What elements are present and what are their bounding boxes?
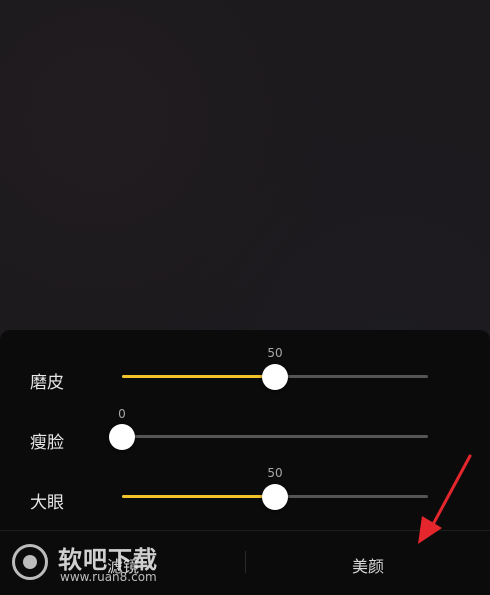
beauty-settings-panel: 磨皮 50 瘦脸 0 大眼 50 滤镜 美颜 xyxy=(0,330,490,595)
camera-preview[interactable] xyxy=(0,0,490,330)
slider-value: 50 xyxy=(267,466,283,480)
tab-beauty[interactable]: 美颜 xyxy=(352,553,384,577)
slider-knob[interactable] xyxy=(262,364,288,390)
slider-row-smooth-skin: 磨皮 50 xyxy=(0,346,490,406)
slider-fill xyxy=(122,495,275,498)
beauty-camera-screen: 磨皮 50 瘦脸 0 大眼 50 滤镜 美颜 软吧下载 www.ruan8.co… xyxy=(0,0,490,595)
slider-row-slim-face: 瘦脸 0 xyxy=(0,406,490,466)
slider-value: 50 xyxy=(267,346,283,360)
slider-track[interactable] xyxy=(122,435,428,438)
slider-label: 瘦脸 xyxy=(30,433,64,453)
slider-row-big-eyes: 大眼 50 xyxy=(0,466,490,526)
bottom-tab-bar: 滤镜 美颜 xyxy=(0,530,490,595)
slider-knob[interactable] xyxy=(262,484,288,510)
slider-knob[interactable] xyxy=(109,424,135,450)
slider-label: 大眼 xyxy=(30,493,64,513)
slider-fill xyxy=(122,375,275,378)
tab-divider xyxy=(245,551,246,573)
tab-filter[interactable]: 滤镜 xyxy=(107,553,139,577)
slider-label: 磨皮 xyxy=(30,373,64,393)
slider-value: 0 xyxy=(118,407,126,421)
